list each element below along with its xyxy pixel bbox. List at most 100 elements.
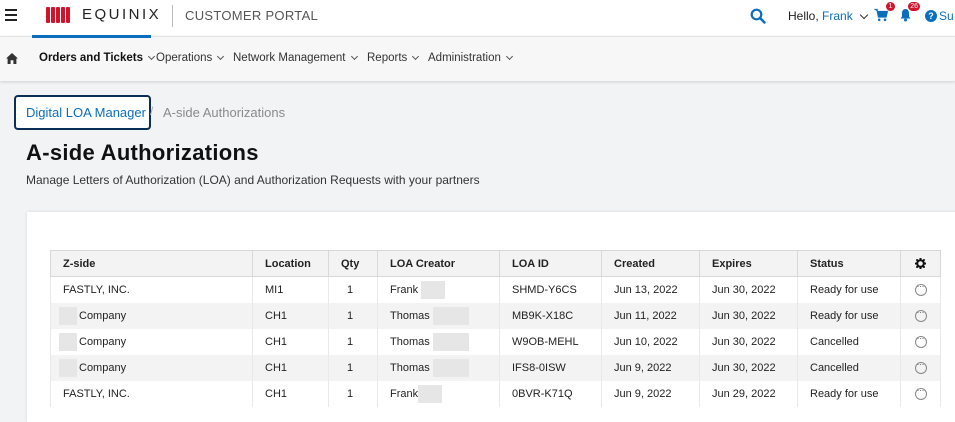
table-row[interactable]: Company CH1 1 Thomas W9OB-MEHL Jun 10, 2… [50,328,941,355]
redacted-surname [432,332,469,351]
cell-zside: FASTLY, INC. [50,380,253,407]
cart-button[interactable]: 1 [874,2,895,22]
menu-icon[interactable] [5,9,17,21]
more-options-icon[interactable] [914,281,927,296]
nav-label: Operations [156,52,213,64]
column-header-status[interactable]: Status [797,250,901,277]
cell-loa-creator: Frank [377,380,500,407]
nav-network-management[interactable]: Network Management [233,52,358,64]
home-icon[interactable] [6,53,18,64]
cell-loa-id: SHMD-Y6CS [499,276,602,303]
cell-qty: 1 [328,302,378,329]
redacted-company-prefix [59,306,77,325]
redacted-surname [432,306,469,325]
zside-name: Company [79,335,127,348]
main-navigation: Orders and Tickets Operations Network Ma… [0,35,955,81]
more-options-icon[interactable] [914,333,927,348]
zside-name: Company [79,361,127,374]
redacted-company-prefix [59,358,77,377]
cell-expires: Jun 30, 2022 [699,328,798,355]
nav-label: Orders and Tickets [39,52,143,64]
more-options-icon[interactable] [914,359,927,374]
column-header-zside[interactable]: Z-side [50,250,253,277]
table-row[interactable]: Company CH1 1 Thomas MB9K-X18C Jun 11, 2… [50,302,941,329]
chevron-down-icon [505,52,513,61]
cell-qty: 1 [328,328,378,355]
table-header-row: Z-side Location Qty LOA Creator LOA ID C… [50,250,941,277]
authorizations-table: Z-side Location Qty LOA Creator LOA ID C… [50,250,941,407]
cell-status: Ready for use [797,380,901,407]
cell-location: CH1 [252,302,329,329]
column-header-qty[interactable]: Qty [328,250,378,277]
cell-created: Jun 9, 2022 [601,354,700,381]
more-options-icon[interactable] [914,385,927,400]
table-row[interactable]: FASTLY, INC. CH1 1 Frank 0BVR-K71Q Jun 9… [50,380,941,407]
zside-name: Company [79,309,127,322]
cell-expires: Jun 29, 2022 [699,380,798,407]
notifications-button[interactable]: 26 [899,2,920,22]
creator-name: Thomas [390,335,430,348]
cell-created: Jun 9, 2022 [601,380,700,407]
creator-name: Thomas [390,361,430,374]
column-header-loa-creator[interactable]: LOA Creator [377,250,500,277]
chevron-down-icon [350,52,358,61]
portal-title: CUSTOMER PORTAL [185,8,319,23]
cell-loa-creator: Thomas [377,354,500,381]
column-header-location[interactable]: Location [252,250,329,277]
cell-loa-id: W9OB-MEHL [499,328,602,355]
redacted-company-prefix [59,332,77,351]
column-settings[interactable] [900,250,941,277]
cell-loa-creator: Frank [377,276,500,303]
breadcrumb-separator: / [150,104,154,118]
cell-location: CH1 [252,380,329,407]
help-icon: ? [925,10,937,22]
cart-icon [874,8,889,22]
page-subtitle: Manage Letters of Authorization (LOA) an… [26,173,480,187]
column-header-loa-id[interactable]: LOA ID [499,250,602,277]
zside-name: FASTLY, INC. [63,387,130,400]
cell-created: Jun 10, 2022 [601,328,700,355]
cell-qty: 1 [328,380,378,407]
redacted-surname [432,358,469,377]
cell-expires: Jun 30, 2022 [699,302,798,329]
zside-name: FASTLY, INC. [63,283,130,296]
support-link[interactable]: ? Su [925,9,954,23]
cart-badge: 1 [886,2,895,11]
nav-label: Network Management [233,52,346,64]
greeting-text: Hello, [788,9,819,23]
header-divider [172,5,173,27]
logo-text: EQUINIX [82,6,162,23]
notifications-badge: 26 [908,2,920,11]
cell-created: Jun 13, 2022 [601,276,700,303]
nav-reports[interactable]: Reports [367,52,420,64]
creator-name: Frank [390,387,419,400]
search-icon[interactable] [750,8,766,24]
cell-zside: Company [50,328,253,355]
nav-operations[interactable]: Operations [156,52,225,64]
user-menu[interactable]: Hello, Frank [788,9,869,23]
more-options-icon[interactable] [914,307,927,322]
cell-loa-id: IFS8-0ISW [499,354,602,381]
redacted-surname [421,280,446,299]
cell-expires: Jun 30, 2022 [699,354,798,381]
cell-loa-creator: Thomas [377,328,500,355]
user-name: Frank [822,9,853,23]
cell-expires: Jun 30, 2022 [699,276,798,303]
breadcrumb-root-link[interactable]: Digital LOA Manager [26,105,146,120]
nav-administration[interactable]: Administration [428,52,513,64]
column-header-expires[interactable]: Expires [699,250,798,277]
table-row[interactable]: FASTLY, INC. MI1 1 Frank SHMD-Y6CS Jun 1… [50,276,941,303]
chevron-down-icon [412,52,420,61]
nav-orders-and-tickets[interactable]: Orders and Tickets [39,52,156,64]
cell-actions [900,302,941,329]
cell-qty: 1 [328,276,378,303]
cell-status: Ready for use [797,302,901,329]
equinix-logo-mark [46,6,74,23]
table-row[interactable]: Company CH1 1 Thomas IFS8-0ISW Jun 9, 20… [50,354,941,381]
equinix-logo[interactable]: EQUINIX [46,6,161,23]
cell-loa-creator: Thomas [377,302,500,329]
cell-created: Jun 11, 2022 [601,302,700,329]
cell-status: Cancelled [797,354,901,381]
column-header-created[interactable]: Created [601,250,700,277]
chevron-down-icon [859,10,869,20]
